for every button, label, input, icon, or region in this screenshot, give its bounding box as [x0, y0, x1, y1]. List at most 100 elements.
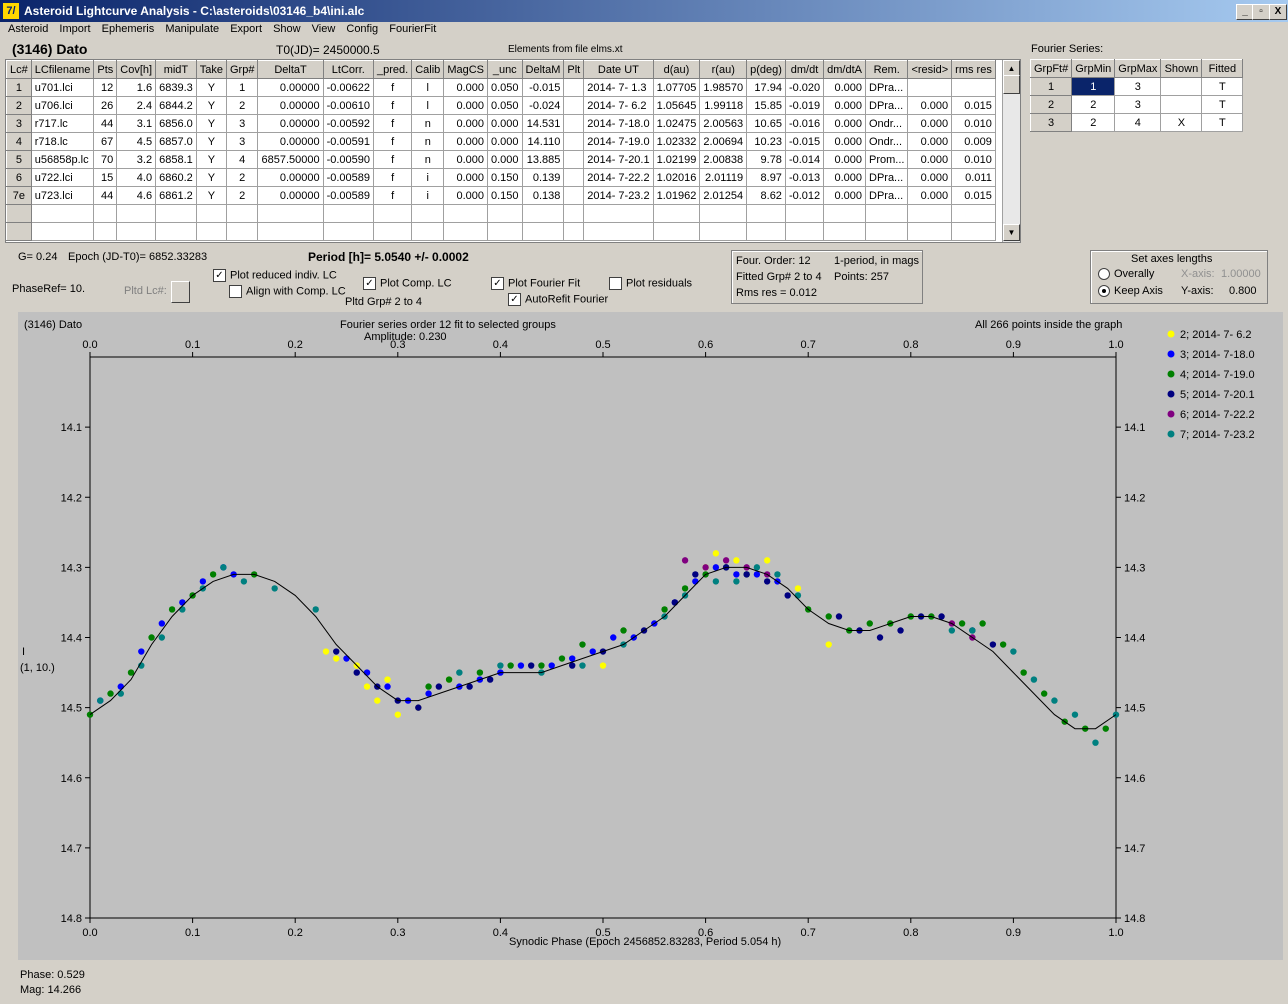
- lc-cell[interactable]: 14.110: [521, 132, 565, 151]
- data-point[interactable]: [681, 585, 689, 592]
- data-point[interactable]: [763, 578, 771, 585]
- menu-config[interactable]: Config: [346, 23, 378, 35]
- lc-cell[interactable]: 1.02332: [652, 132, 701, 151]
- menu-manipulate[interactable]: Manipulate: [165, 23, 219, 35]
- lc-col-header[interactable]: DeltaT: [257, 60, 324, 79]
- lc-table-row[interactable]: 5 u56858p.lc 70 3.2 6858.1 Y 4 6857.50000 -0.005…: [6, 150, 996, 169]
- data-point[interactable]: [897, 627, 904, 634]
- data-point[interactable]: [569, 662, 576, 669]
- lc-cell[interactable]: Ondr...: [864, 114, 909, 133]
- data-point[interactable]: [692, 571, 699, 578]
- lc-cell[interactable]: [563, 168, 585, 187]
- data-point[interactable]: [958, 620, 966, 627]
- lc-empty-cell[interactable]: [563, 222, 585, 241]
- lc-cell[interactable]: 0.000: [823, 186, 866, 205]
- lc-cell[interactable]: -0.00610: [322, 96, 375, 115]
- fourier-cell[interactable]: 3: [1114, 95, 1162, 114]
- lc-empty-cell[interactable]: [93, 222, 118, 241]
- lc-empty-cell[interactable]: [951, 204, 996, 223]
- data-point[interactable]: [876, 634, 884, 641]
- lc-cell[interactable]: f: [373, 96, 413, 115]
- lc-empty-cell[interactable]: [225, 204, 259, 223]
- lc-cell[interactable]: 0.000: [487, 132, 523, 151]
- menu-fourierfit[interactable]: FourierFit: [389, 23, 436, 35]
- lc-cell[interactable]: 1: [225, 78, 259, 97]
- fourier-cell[interactable]: 4: [1114, 113, 1162, 132]
- lc-empty-cell[interactable]: [257, 222, 324, 241]
- plot-residuals-checkbox[interactable]: Plot residuals: [609, 277, 692, 290]
- menu-show[interactable]: Show: [273, 23, 301, 35]
- data-point[interactable]: [384, 676, 391, 683]
- lc-empty-cell[interactable]: [30, 204, 95, 223]
- lc-empty-cell[interactable]: [563, 204, 585, 223]
- lc-col-header[interactable]: Rem.: [864, 60, 909, 79]
- lc-empty-cell[interactable]: [583, 222, 654, 241]
- lc-cell[interactable]: 0.000: [823, 168, 866, 187]
- data-point[interactable]: [1092, 739, 1099, 746]
- data-point[interactable]: [476, 669, 484, 676]
- lc-cell[interactable]: n: [411, 114, 445, 133]
- lc-cell[interactable]: 0.000: [823, 150, 866, 169]
- data-point[interactable]: [117, 690, 124, 697]
- data-point[interactable]: [384, 683, 391, 690]
- plot-fourier-checkbox[interactable]: ✓ Plot Fourier Fit: [491, 277, 580, 290]
- lc-cell[interactable]: f: [373, 168, 413, 187]
- data-point[interactable]: [938, 613, 945, 620]
- fourier-cell[interactable]: [1160, 95, 1203, 114]
- lc-empty-cell[interactable]: [746, 222, 786, 241]
- lc-col-header[interactable]: Pts: [93, 60, 118, 79]
- data-point[interactable]: [271, 585, 278, 592]
- lc-cell[interactable]: 1.02199: [652, 150, 701, 169]
- lc-cell[interactable]: 10.23: [746, 132, 786, 151]
- lc-cell[interactable]: 3.1: [116, 114, 157, 133]
- lc-cell[interactable]: 4.5: [116, 132, 157, 151]
- lc-cell[interactable]: 2.01119: [699, 168, 748, 187]
- data-point[interactable]: [425, 683, 432, 690]
- data-point[interactable]: [158, 634, 166, 641]
- lc-empty-cell[interactable]: [487, 222, 523, 241]
- lc-cell[interactable]: [563, 132, 585, 151]
- lc-cell[interactable]: 0.000: [823, 78, 866, 97]
- lc-cell[interactable]: DPra...: [864, 186, 909, 205]
- data-point[interactable]: [527, 662, 535, 669]
- data-point[interactable]: [117, 683, 124, 690]
- data-point[interactable]: [692, 578, 699, 585]
- lc-cell[interactable]: 8.62: [746, 186, 786, 205]
- lc-cell[interactable]: Y: [195, 168, 228, 187]
- fourier-col-header[interactable]: GrpFt#: [1029, 59, 1073, 78]
- data-point[interactable]: [363, 683, 371, 690]
- data-point[interactable]: [712, 550, 720, 557]
- lc-cell[interactable]: 6861.2: [155, 186, 197, 205]
- lc-cell[interactable]: 70: [93, 150, 118, 169]
- lc-cell[interactable]: Y: [195, 150, 228, 169]
- data-point[interactable]: [1102, 725, 1109, 732]
- lc-cell[interactable]: 2.01254: [699, 186, 748, 205]
- data-point[interactable]: [394, 711, 401, 718]
- lc-empty-cell[interactable]: [93, 204, 118, 223]
- lc-col-header[interactable]: d(au): [652, 60, 701, 79]
- lc-cell[interactable]: 2: [225, 168, 259, 187]
- lc-empty-cell[interactable]: [195, 204, 228, 223]
- lc-cell[interactable]: 0.000: [443, 96, 488, 115]
- lc-cell[interactable]: [563, 150, 585, 169]
- lc-cell[interactable]: -0.00591: [322, 132, 375, 151]
- lc-empty-cell[interactable]: [521, 222, 565, 241]
- lightcurve-chart[interactable]: 0.0 0.0 0.1 0.1 0.2 0.2 0.3 0.3 0.4 0.4 0.5 0.5 0.6 0…: [18, 312, 1283, 960]
- lc-empty-cell[interactable]: [746, 204, 786, 223]
- lc-col-header[interactable]: MagCS: [443, 60, 488, 79]
- lc-cell[interactable]: -0.014: [784, 150, 825, 169]
- lc-cell[interactable]: 44: [93, 114, 118, 133]
- lc-cell[interactable]: 2.00563: [699, 114, 748, 133]
- lc-cell[interactable]: n: [411, 132, 445, 151]
- lc-cell[interactable]: 1.99118: [699, 96, 748, 115]
- lc-cell[interactable]: 6857.50000: [257, 150, 324, 169]
- fourier-cell[interactable]: T: [1201, 113, 1244, 132]
- scroll-down-icon[interactable]: ▼: [1003, 224, 1020, 241]
- data-point[interactable]: [497, 662, 504, 669]
- lc-cell[interactable]: 0.000: [907, 96, 953, 115]
- lc-cell[interactable]: f: [373, 114, 413, 133]
- lc-cell[interactable]: 2014- 7-20.1: [583, 150, 654, 169]
- lc-cell[interactable]: [951, 78, 996, 97]
- lc-cell[interactable]: 0.000: [487, 114, 523, 133]
- lc-empty-cell[interactable]: [411, 222, 445, 241]
